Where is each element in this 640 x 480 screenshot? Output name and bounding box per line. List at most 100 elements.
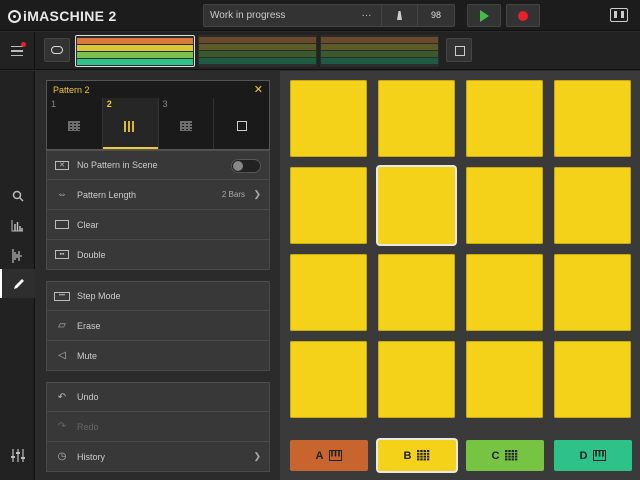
loop-icon bbox=[51, 46, 63, 54]
pad-13[interactable] bbox=[290, 341, 367, 418]
project-name[interactable]: Work in progress bbox=[204, 10, 352, 21]
waveform-icon bbox=[11, 248, 22, 263]
browser-toggle-icon[interactable] bbox=[610, 8, 628, 22]
pad-9[interactable] bbox=[290, 254, 367, 331]
browser-button[interactable] bbox=[0, 181, 35, 210]
group-label: D bbox=[579, 449, 588, 462]
add-scene-button[interactable] bbox=[446, 38, 472, 62]
mute-row[interactable]: ◁ Mute bbox=[46, 341, 270, 371]
sliders-icon bbox=[10, 449, 25, 462]
pattern-tab-1[interactable]: 1 bbox=[47, 98, 103, 149]
app-window: iMASCHINE 2 Work in progress ··· 98 Patt… bbox=[0, 0, 640, 480]
left-sidebar bbox=[0, 71, 35, 480]
group-d-button[interactable]: D bbox=[554, 440, 632, 471]
toggle-knob bbox=[233, 161, 243, 171]
pad-16[interactable] bbox=[554, 341, 631, 418]
pad-5[interactable] bbox=[290, 167, 367, 244]
scene-track-row bbox=[77, 59, 193, 65]
undo-icon: ↶ bbox=[57, 391, 67, 403]
add-pattern-icon bbox=[236, 120, 247, 131]
no-pattern-toggle[interactable] bbox=[231, 159, 261, 173]
pattern-length-label: Pattern Length bbox=[77, 189, 137, 200]
pattern-tab-number: 3 bbox=[162, 99, 168, 109]
undo-row[interactable]: ↶ Undo bbox=[46, 382, 270, 412]
top-bar: iMASCHINE 2 Work in progress ··· 98 bbox=[0, 0, 640, 31]
scene-3[interactable] bbox=[320, 35, 439, 67]
step-mode-row[interactable]: ••• Step Mode bbox=[46, 281, 270, 311]
pattern-title: Pattern 2 bbox=[53, 84, 90, 95]
hamburger-line bbox=[11, 50, 23, 52]
pad-14[interactable] bbox=[378, 341, 455, 418]
scene-track-row bbox=[321, 58, 438, 64]
pad-10[interactable] bbox=[378, 254, 455, 331]
scene-track-row bbox=[77, 52, 193, 58]
group-label: A bbox=[315, 449, 324, 462]
close-icon[interactable]: ✕ bbox=[254, 83, 263, 96]
pad-15[interactable] bbox=[466, 341, 543, 418]
sampler-button[interactable] bbox=[0, 241, 35, 270]
keyboard-icon bbox=[329, 450, 343, 461]
pad-11[interactable] bbox=[466, 254, 543, 331]
group-c-button[interactable]: C bbox=[466, 440, 544, 471]
group-label: C bbox=[491, 449, 500, 462]
erase-label: Erase bbox=[77, 320, 101, 331]
pad-6[interactable] bbox=[378, 167, 455, 244]
scene-track-row bbox=[321, 51, 438, 57]
metronome-button[interactable] bbox=[382, 5, 418, 26]
pattern-header: Pattern 2 ✕ bbox=[46, 80, 270, 98]
pad-2[interactable] bbox=[378, 80, 455, 157]
pad-3[interactable] bbox=[466, 80, 543, 157]
pad-7[interactable] bbox=[466, 167, 543, 244]
edit-tools-group: ••• Step Mode ▱ Erase ◁ Mute bbox=[46, 281, 270, 371]
pattern-edit-button[interactable] bbox=[0, 269, 35, 298]
scene-track-row bbox=[77, 45, 193, 51]
history-row[interactable]: ◷ History ❯ bbox=[46, 442, 270, 472]
no-pattern-icon-wrap: ✕ bbox=[47, 160, 77, 170]
search-icon bbox=[12, 190, 24, 202]
tempo-display[interactable]: 98 bbox=[418, 5, 454, 26]
record-button[interactable] bbox=[506, 4, 540, 27]
eraser-icon: ▱ bbox=[58, 320, 66, 331]
redo-label: Redo bbox=[77, 421, 99, 432]
pattern-tab-2[interactable]: 2 bbox=[102, 98, 159, 149]
pattern-tab-3[interactable]: 3 bbox=[159, 98, 215, 149]
clear-row[interactable]: Clear bbox=[46, 210, 270, 240]
scene-track-row bbox=[199, 44, 316, 50]
record-icon bbox=[518, 10, 528, 21]
no-pattern-toggle-row[interactable]: ✕ No Pattern in Scene bbox=[46, 150, 270, 180]
project-more-button[interactable]: ··· bbox=[352, 5, 382, 26]
pattern-grid-icon bbox=[124, 120, 137, 132]
redo-row[interactable]: ↷ Redo bbox=[46, 412, 270, 442]
scene-track-row bbox=[199, 58, 316, 64]
group-a-button[interactable]: A bbox=[290, 440, 368, 471]
scene-2[interactable] bbox=[198, 35, 317, 67]
pad-8[interactable] bbox=[554, 167, 631, 244]
step-mode-icon: ••• bbox=[54, 291, 70, 301]
mixer-view-button[interactable] bbox=[0, 211, 35, 240]
scene-track-row bbox=[199, 51, 316, 57]
levels-icon bbox=[11, 219, 23, 231]
pad-12[interactable] bbox=[554, 254, 631, 331]
loop-button[interactable] bbox=[44, 38, 70, 62]
mixer-button[interactable] bbox=[0, 441, 35, 470]
clear-icon-wrap bbox=[47, 220, 77, 229]
grid-icon bbox=[417, 450, 430, 461]
play-button[interactable] bbox=[467, 4, 501, 27]
undo-label: Undo bbox=[77, 392, 99, 402]
pad-1[interactable] bbox=[290, 80, 367, 157]
double-row[interactable]: ▪▪ Double bbox=[46, 240, 270, 270]
add-pattern-tab[interactable] bbox=[214, 98, 269, 149]
app-logo: iMASCHINE 2 bbox=[8, 6, 117, 26]
pad-4[interactable] bbox=[554, 80, 631, 157]
scene-1[interactable] bbox=[75, 35, 195, 67]
pattern-length-row[interactable]: ⇔ Pattern Length 2 Bars ❯ bbox=[46, 180, 270, 210]
history-group: ↶ Undo ↷ Redo ◷ History ❯ bbox=[46, 382, 270, 472]
erase-row[interactable]: ▱ Erase bbox=[46, 311, 270, 341]
menu-button[interactable] bbox=[0, 32, 35, 70]
metronome-icon bbox=[397, 11, 402, 20]
mute-label: Mute bbox=[77, 350, 98, 361]
pattern-panel: Pattern 2 ✕ 1 2 3 ✕ No Pattern in Scene … bbox=[46, 80, 270, 472]
play-icon bbox=[479, 9, 489, 22]
mute-speaker-icon: ◁ bbox=[58, 350, 66, 361]
group-b-button[interactable]: B bbox=[378, 440, 456, 471]
